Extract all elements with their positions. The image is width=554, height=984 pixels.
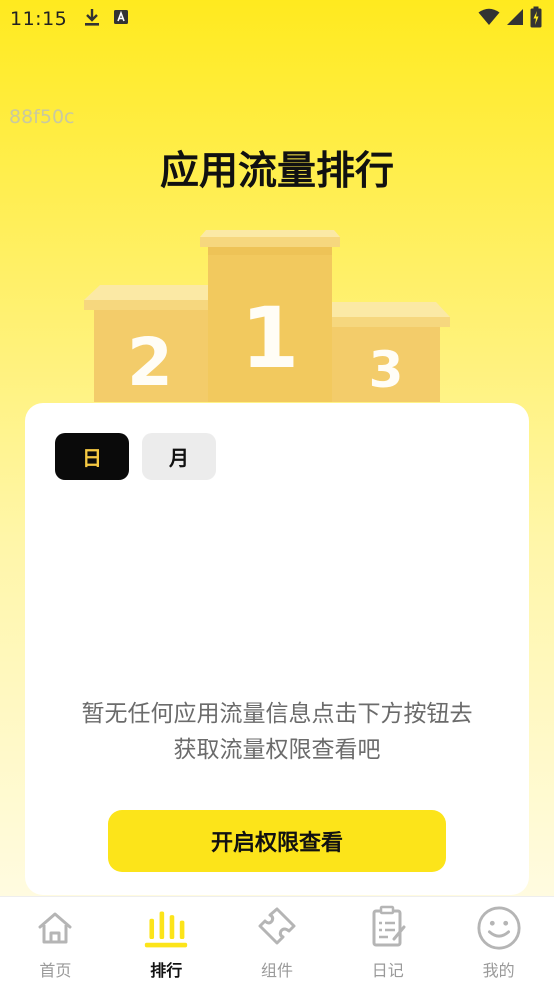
diary-icon (365, 905, 411, 951)
nav-label-profile: 我的 (482, 961, 515, 980)
build-hash-label: 88f50c (9, 106, 75, 128)
status-bar: 11:15 (0, 0, 554, 38)
wifi-icon (478, 8, 500, 30)
battery-charging-icon (530, 6, 542, 32)
nav-item-home[interactable]: 首页 (0, 897, 111, 984)
nav-label-widgets: 组件 (260, 961, 293, 980)
empty-message-line-1: 暂无任何应用流量信息点击下方按钮去 (81, 701, 473, 727)
page-title: 应用流量排行 (159, 149, 394, 194)
smiley-icon (476, 905, 522, 951)
podium-second-number: 2 (127, 324, 173, 401)
home-icon (32, 905, 78, 951)
nav-label-diary: 日记 (371, 961, 404, 980)
puzzle-icon (254, 905, 300, 951)
download-icon (83, 7, 101, 31)
open-permission-button[interactable]: 开启权限查看 (108, 810, 446, 872)
empty-state-message: 暂无任何应用流量信息点击下方按钮去 获取流量权限查看吧 (45, 696, 509, 768)
status-time: 11:15 (10, 8, 68, 30)
ranking-card: 日 月 暂无任何应用流量信息点击下方按钮去 获取流量权限查看吧 开启权限查看 (25, 403, 529, 895)
tab-day[interactable]: 日 (55, 433, 129, 480)
podium-third-number: 3 (369, 341, 404, 399)
nav-item-rank[interactable]: 排行 (111, 897, 222, 984)
nav-label-home: 首页 (39, 961, 72, 980)
bottom-navigation: 首页 排行 组件 日记 我的 (0, 896, 554, 984)
signal-icon (506, 8, 524, 30)
rank-bars-icon (143, 905, 189, 951)
tab-month[interactable]: 月 (142, 433, 216, 480)
podium-first-number: 1 (241, 289, 299, 387)
podium-illustration: 1 2 3 (80, 225, 460, 409)
app-notification-icon (113, 9, 129, 29)
nav-item-diary[interactable]: 日记 (332, 897, 443, 984)
nav-item-widgets[interactable]: 组件 (222, 897, 333, 984)
nav-item-profile[interactable]: 我的 (443, 897, 554, 984)
empty-message-line-2: 获取流量权限查看吧 (173, 737, 381, 763)
nav-label-rank: 排行 (150, 961, 183, 980)
